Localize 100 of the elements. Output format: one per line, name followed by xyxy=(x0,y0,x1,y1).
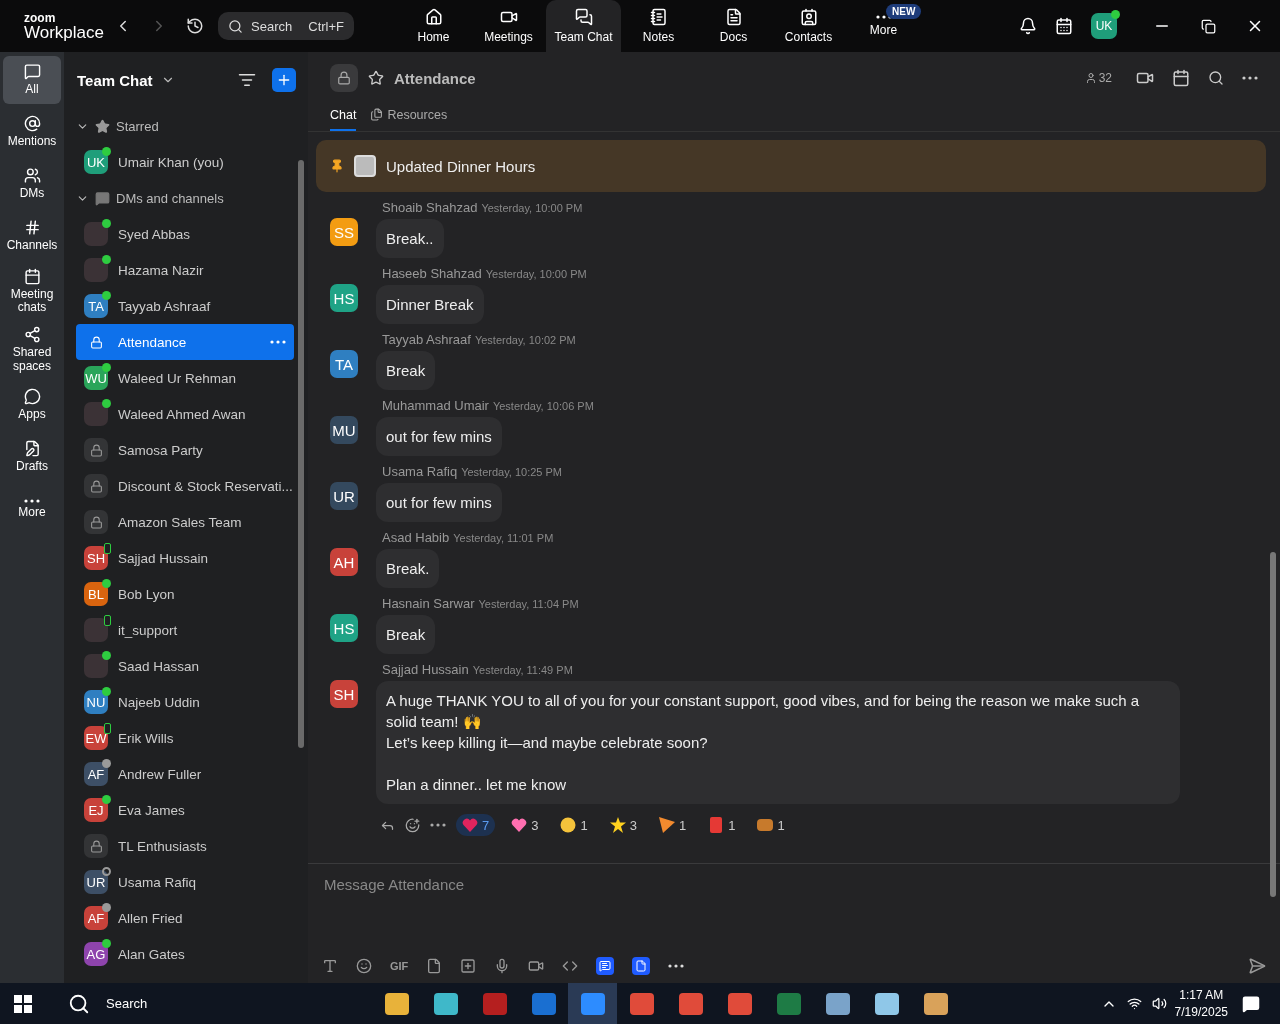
speaker-icon[interactable] xyxy=(1151,996,1167,1011)
message-time: Yesterday, 10:25 PM xyxy=(461,466,563,478)
sidebar-item[interactable]: Syed Abbas xyxy=(76,216,294,252)
reaction-chip[interactable]: 1 xyxy=(652,814,693,836)
nav-tab[interactable]: Team Chat xyxy=(546,0,621,52)
taskbar-app-icon[interactable] xyxy=(678,992,703,1015)
search-field[interactable]: Search Ctrl+F xyxy=(218,12,354,40)
calendar-icon[interactable] xyxy=(1055,17,1073,35)
gif-button[interactable]: GIF xyxy=(390,960,409,972)
nav-tab[interactable]: Contacts xyxy=(771,0,846,52)
reaction-chip[interactable]: 1 xyxy=(751,814,791,836)
rail-item[interactable]: DMs xyxy=(3,160,61,208)
taskbar-search[interactable]: Search xyxy=(32,992,372,1015)
taskbar-app-icon[interactable] xyxy=(727,992,752,1015)
sidebar-item[interactable]: Attendance xyxy=(76,324,294,360)
lock-icon xyxy=(84,474,108,498)
rail-item[interactable]: Mentions xyxy=(3,108,61,156)
sidebar-item[interactable]: UR Usama Rafiq xyxy=(76,864,294,900)
nav-tab[interactable]: Notes xyxy=(621,0,696,52)
send-icon[interactable] xyxy=(1248,957,1266,975)
section-header[interactable]: Starred xyxy=(64,108,294,144)
reaction-chip[interactable]: 1 xyxy=(554,814,594,836)
rail-item[interactable]: Channels xyxy=(3,212,61,260)
sidebar-item[interactable]: Discount & Stock Reservati... xyxy=(76,468,294,504)
code-icon[interactable] xyxy=(562,958,579,974)
more-icon[interactable] xyxy=(668,964,685,968)
text-format-icon[interactable] xyxy=(322,958,338,974)
lock-icon xyxy=(84,438,108,462)
sidebar-item[interactable]: Amazon Sales Team xyxy=(76,504,294,540)
windows-start-icon[interactable] xyxy=(14,994,32,1013)
restore-icon[interactable] xyxy=(1201,18,1216,34)
sidebar-item[interactable]: EJ Eva James xyxy=(76,792,294,828)
chat-tab[interactable]: Chat xyxy=(330,104,357,131)
sidebar-item[interactable]: AF Andrew Fuller xyxy=(76,756,294,792)
sidebar-item[interactable]: BL Bob Lyon xyxy=(76,576,294,612)
search-icon[interactable] xyxy=(1208,70,1224,86)
sidebar-item[interactable]: WU Waleed Ur Rehman xyxy=(76,360,294,396)
reaction-chip[interactable]: 7 xyxy=(456,814,496,836)
new-chat-button[interactable] xyxy=(272,68,296,92)
add-emoji-icon[interactable] xyxy=(405,817,420,833)
app-icon[interactable] xyxy=(596,957,615,975)
member-count[interactable]: 32 xyxy=(1084,71,1112,85)
star-icon[interactable] xyxy=(368,70,384,86)
reaction-chip[interactable]: 3 xyxy=(603,814,643,836)
taskbar-app-icon[interactable] xyxy=(433,992,458,1015)
calendar-icon xyxy=(23,268,41,285)
history-icon[interactable] xyxy=(186,17,204,35)
sidebar-item[interactable]: AF Allen Fried xyxy=(76,900,294,936)
emoji-icon[interactable] xyxy=(356,958,372,974)
taskbar-app-icon[interactable] xyxy=(384,992,409,1015)
sidebar-item[interactable]: Saad Hassan xyxy=(76,648,294,684)
image-thumbnail xyxy=(354,155,376,177)
nav-tab[interactable]: Docs xyxy=(696,0,771,52)
sender-avatar: SH xyxy=(330,680,358,708)
rail-item[interactable]: All xyxy=(3,56,61,104)
taskbar-app-icon[interactable] xyxy=(825,992,850,1015)
sidebar-item[interactable]: Hazama Nazir xyxy=(76,252,294,288)
avatar: BL xyxy=(84,582,108,606)
notification-icon[interactable] xyxy=(1242,994,1260,1013)
sidebar-item[interactable]: TL Enthusiasts xyxy=(76,828,294,864)
sidebar-item[interactable]: AG Alan Gates xyxy=(76,936,294,972)
sidebar-item[interactable]: SH Sajjad Hussain xyxy=(76,540,294,576)
chat-tab[interactable]: Resources xyxy=(370,104,448,131)
sidebar-item[interactable]: EW Erik Wills xyxy=(76,720,294,756)
calendar-icon[interactable] xyxy=(1172,69,1190,87)
reaction-chip[interactable]: 3 xyxy=(505,814,545,836)
bell-icon[interactable] xyxy=(1019,17,1037,35)
taskbar-app-icon[interactable] xyxy=(874,992,899,1015)
nav-tab[interactable]: Home xyxy=(396,0,471,52)
sidebar-item[interactable]: TA Tayyab Ashraaf xyxy=(76,288,294,324)
more-icon[interactable] xyxy=(430,823,446,827)
speech-bubble-icon xyxy=(23,388,41,406)
rail-item[interactable]: Drafts xyxy=(3,432,61,481)
rail-item[interactable]: More xyxy=(3,484,61,533)
rail-item[interactable]: Shared spaces xyxy=(3,322,61,377)
pinned-banner[interactable]: Updated Dinner Hours xyxy=(316,140,1266,192)
nav-tab[interactable]: NEW More xyxy=(846,0,921,52)
file-icon[interactable] xyxy=(426,958,443,974)
sidebar-item[interactable]: it_support xyxy=(76,612,294,648)
sidebar-item[interactable]: Waleed Ahmed Awan xyxy=(76,396,294,432)
taskbar-app-icon[interactable] xyxy=(629,992,654,1015)
filter-icon[interactable] xyxy=(238,71,256,89)
more-icon[interactable] xyxy=(1242,76,1258,80)
message-input[interactable]: Message Attendance xyxy=(322,872,1266,896)
sidebar-item[interactable]: UK Umair Khan (you) xyxy=(76,144,294,180)
nav-tab[interactable]: Meetings xyxy=(471,0,546,52)
video-camera-icon[interactable] xyxy=(528,958,545,974)
section-header[interactable]: DMs and channels xyxy=(64,180,294,216)
sidebar-item[interactable]: Samosa Party xyxy=(76,432,294,468)
rail-item[interactable]: Meeting chats xyxy=(3,264,61,319)
rail-item[interactable]: Apps xyxy=(3,380,61,429)
reaction-chip[interactable]: 1 xyxy=(702,814,742,836)
sidebar-item[interactable]: NU Najeeb Uddin xyxy=(76,684,294,720)
sidebar-title[interactable]: Team Chat xyxy=(77,71,153,89)
app-icon[interactable] xyxy=(632,957,651,975)
avatar: TA xyxy=(84,294,108,318)
taskbar-clock[interactable]: 1:17 AM 7/19/2025 xyxy=(1174,987,1228,1020)
taskbar-app-icon[interactable] xyxy=(923,992,948,1015)
network-icon[interactable] xyxy=(1126,996,1142,1011)
screenshot-icon[interactable] xyxy=(460,958,477,974)
